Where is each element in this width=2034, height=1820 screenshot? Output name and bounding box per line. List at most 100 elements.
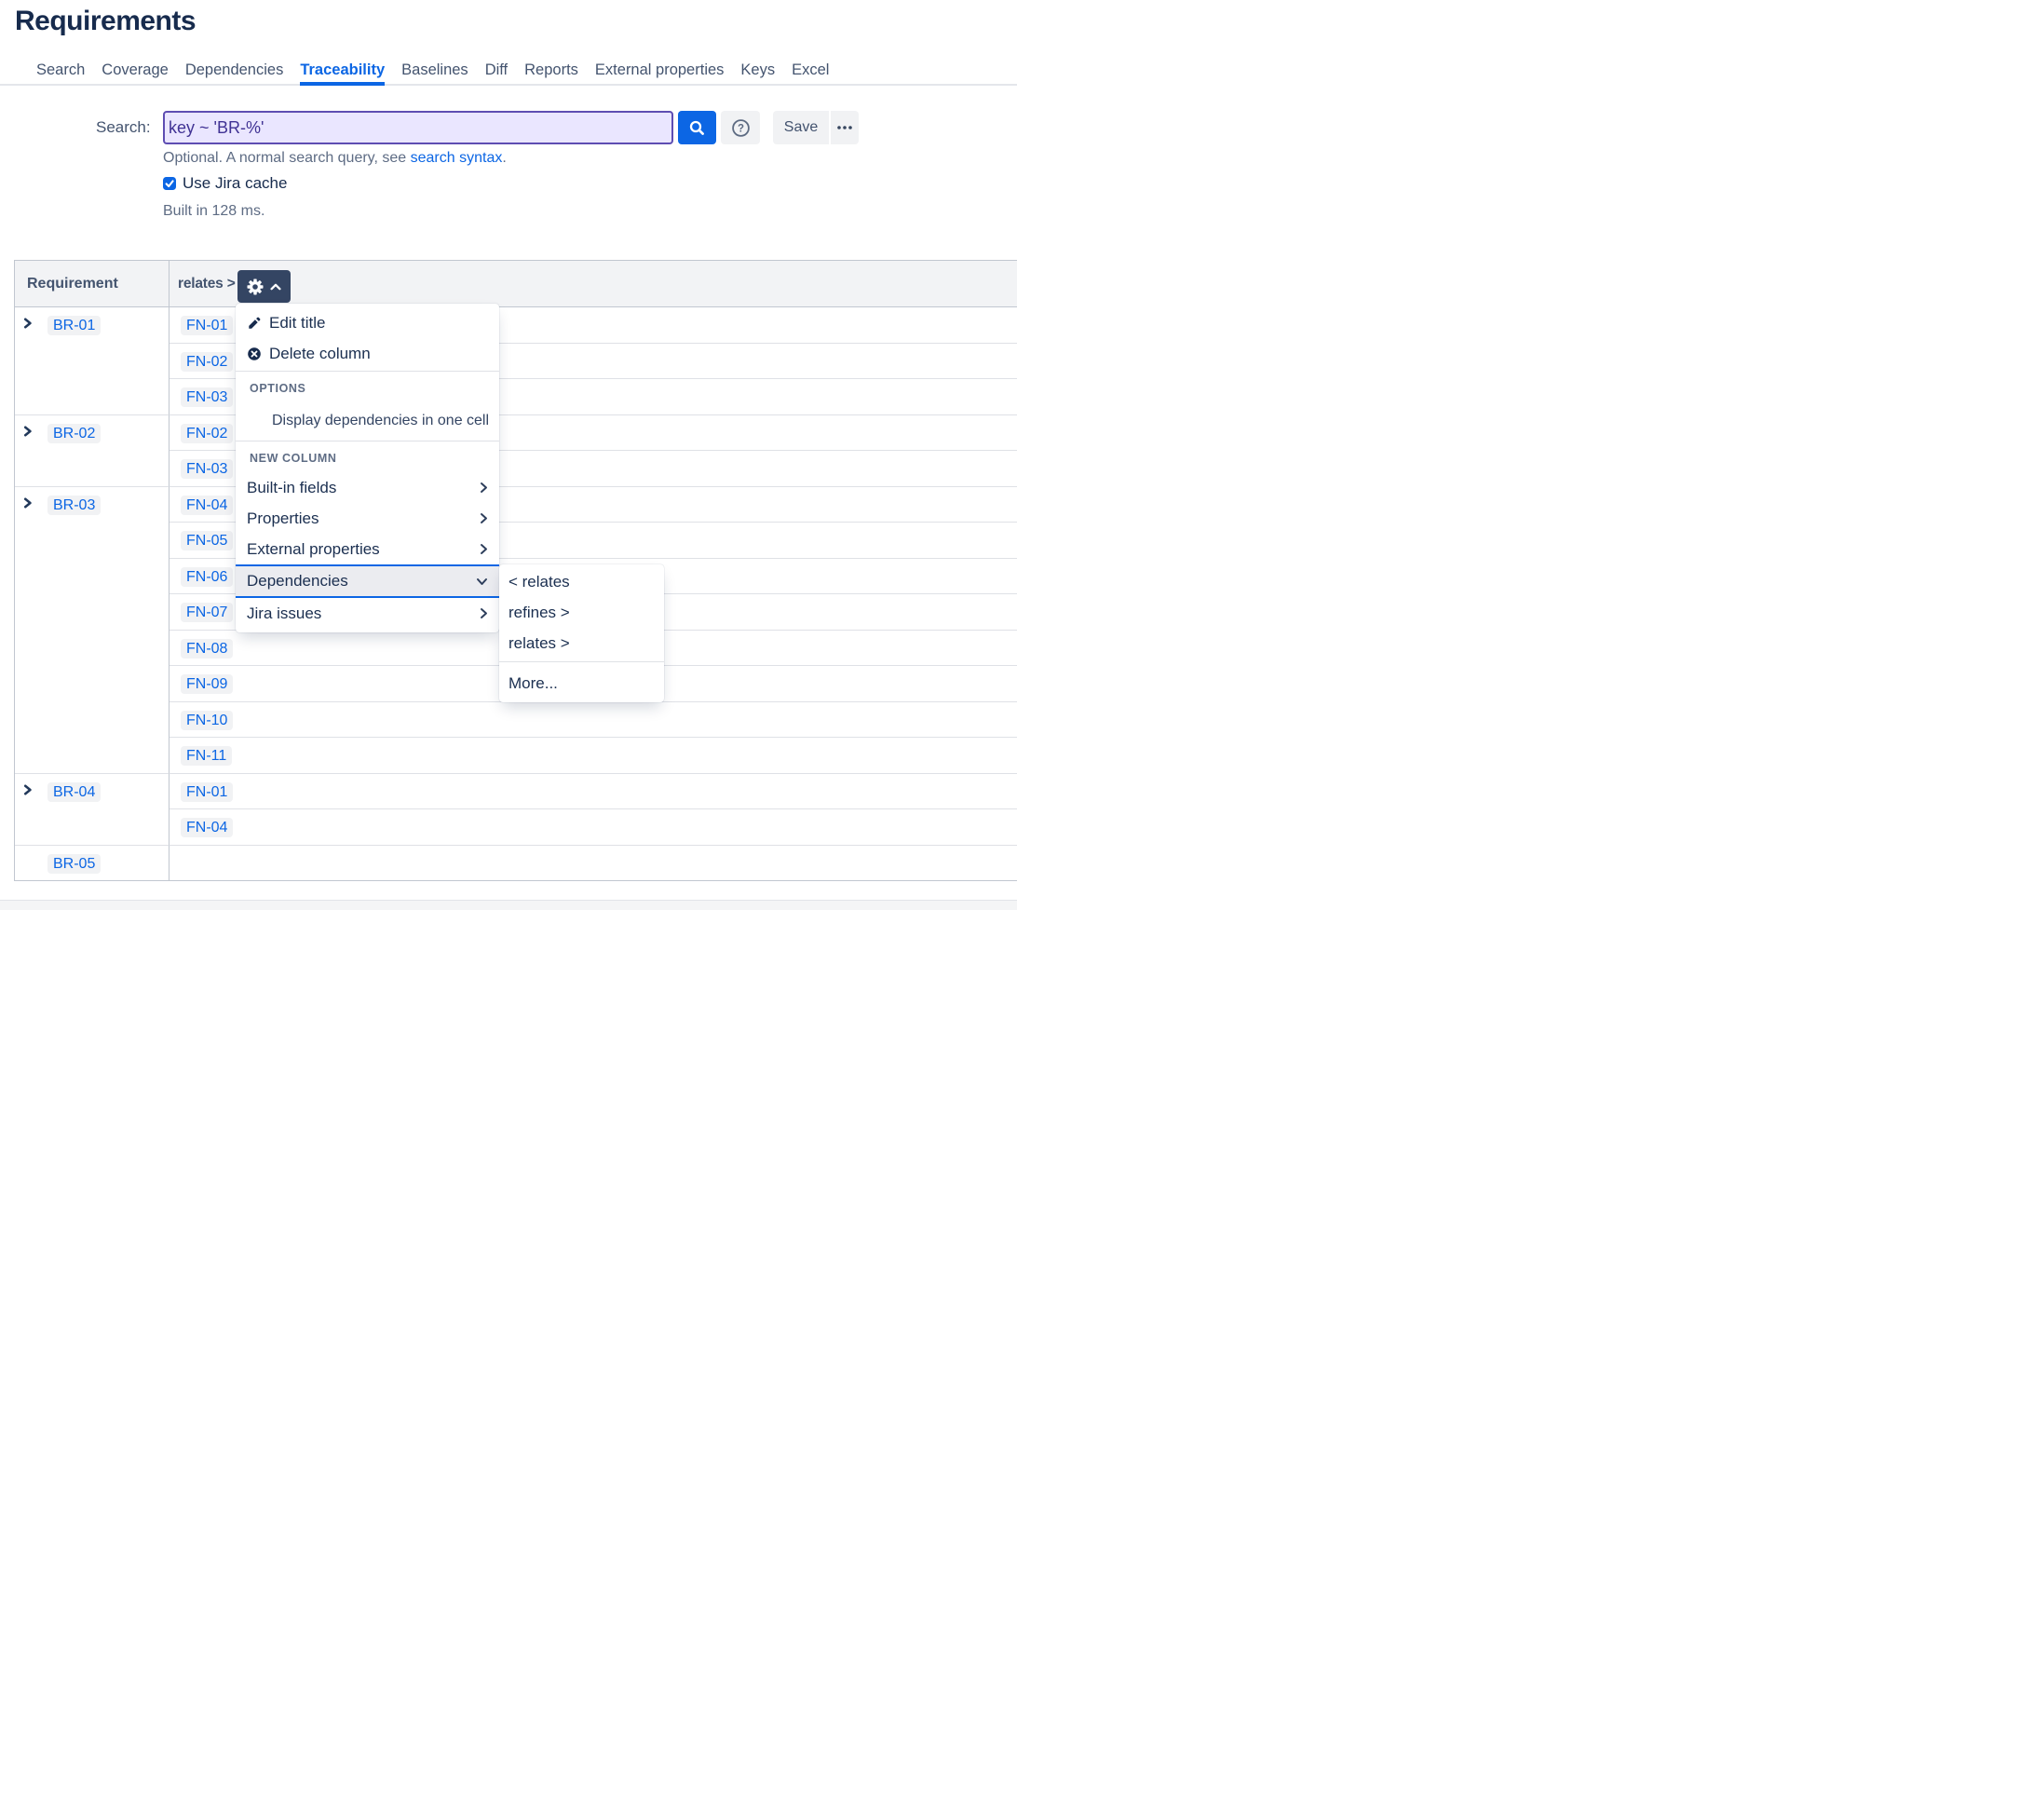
footer-strip xyxy=(0,900,1017,910)
tab-coverage[interactable]: Coverage xyxy=(102,56,169,84)
menu-option-display-dependencies-in-one-cell[interactable]: Display dependencies in one cell xyxy=(236,403,499,439)
related-issue-row: FN-04 xyxy=(170,809,1017,846)
menu-item-built-in-fields[interactable]: Built-in fields xyxy=(236,472,499,503)
requirement-key-link[interactable]: BR-01 xyxy=(47,316,101,335)
requirement-cell: BR-02 xyxy=(15,415,170,487)
submenu-item-more[interactable]: More... xyxy=(499,668,664,699)
menu-section-options: OPTIONS xyxy=(236,374,499,403)
tab-bar: Search Coverage Dependencies Traceability Ba… xyxy=(0,56,1017,86)
save-button[interactable]: Save xyxy=(773,111,829,144)
menu-item-label: Properties xyxy=(247,509,480,528)
related-issue-key-link[interactable]: FN-02 xyxy=(181,352,233,372)
magnifier-icon xyxy=(688,119,706,137)
menu-item-label: Built-in fields xyxy=(247,479,480,497)
help-button[interactable]: ? xyxy=(721,111,760,144)
tab-dependencies[interactable]: Dependencies xyxy=(185,56,284,84)
chevron-right-icon xyxy=(480,543,488,555)
ellipsis-icon xyxy=(836,125,853,130)
requirement-key-link[interactable]: BR-02 xyxy=(47,424,101,443)
expand-chevron-icon xyxy=(23,784,33,795)
related-issue-key-link[interactable]: FN-02 xyxy=(181,424,233,443)
related-issue-key-link[interactable]: FN-06 xyxy=(181,567,233,587)
menu-item-label: Edit title xyxy=(269,314,490,333)
requirement-group-row: BR-01 FN-01 FN-02 FN-03 xyxy=(15,307,1017,415)
related-issue-key-link[interactable]: FN-10 xyxy=(181,711,233,730)
menu-separator xyxy=(236,371,499,372)
menu-item-jira-issues[interactable]: Jira issues xyxy=(236,598,499,629)
column-header-relates: relates > xyxy=(170,261,1017,306)
tab-reports[interactable]: Reports xyxy=(524,56,578,84)
related-issue-key-link[interactable]: FN-03 xyxy=(181,387,233,407)
related-issue-key-link[interactable]: FN-05 xyxy=(181,531,233,550)
row-expander[interactable] xyxy=(23,425,33,436)
submenu-item-refines[interactable]: refines > xyxy=(499,597,664,628)
chevron-right-icon xyxy=(480,482,488,494)
row-expander[interactable] xyxy=(23,783,33,795)
tab-external-properties[interactable]: External properties xyxy=(595,56,725,84)
chevron-down-icon xyxy=(476,577,488,586)
search-hint-prefix: Optional. A normal search query, see xyxy=(163,150,411,166)
submenu-item-relates[interactable]: relates > xyxy=(499,628,664,659)
tab-search[interactable]: Search xyxy=(36,56,85,84)
related-issue-key-link[interactable]: FN-04 xyxy=(181,496,233,515)
requirement-cell: BR-05 xyxy=(15,846,170,880)
column-header-requirement-label: Requirement xyxy=(27,276,118,292)
menu-item-label: Delete column xyxy=(269,345,490,363)
requirement-key-link[interactable]: BR-05 xyxy=(47,854,101,874)
related-issue-key-link[interactable]: FN-03 xyxy=(181,459,233,479)
requirement-group-row: BR-04 FN-01 FN-04 xyxy=(15,774,1017,846)
requirement-group-row: BR-05 xyxy=(15,846,1017,880)
menu-item-dependencies[interactable]: Dependencies xyxy=(236,564,499,598)
menu-item-edit-title[interactable]: Edit title xyxy=(236,307,499,338)
more-options-button[interactable] xyxy=(831,111,859,144)
question-circle-icon: ? xyxy=(731,118,751,138)
menu-item-label: Dependencies xyxy=(247,572,476,591)
row-expander[interactable] xyxy=(23,317,33,328)
build-time-text: Built in 128 ms. xyxy=(163,203,264,220)
use-jira-cache-label: Use Jira cache xyxy=(183,176,287,191)
related-issue-row: FN-11 xyxy=(170,738,1017,774)
requirement-key-link[interactable]: BR-04 xyxy=(47,782,101,802)
row-expander[interactable] xyxy=(23,496,33,508)
chevron-right-icon xyxy=(480,607,488,619)
menu-item-label: Jira issues xyxy=(247,604,480,623)
requirement-group-row: BR-02 FN-02 FN-03 xyxy=(15,415,1017,487)
chevron-right-icon xyxy=(480,512,488,524)
tab-traceability[interactable]: Traceability xyxy=(300,56,385,84)
related-issue-key-link[interactable]: FN-08 xyxy=(181,639,233,659)
menu-item-delete-column[interactable]: Delete column xyxy=(236,338,499,369)
tab-excel[interactable]: Excel xyxy=(792,56,829,84)
search-hint: Optional. A normal search query, see sea… xyxy=(163,150,507,167)
related-issue-key-link[interactable]: FN-01 xyxy=(181,782,233,802)
requirement-cell: BR-01 xyxy=(15,307,170,415)
use-jira-cache-row: Use Jira cache xyxy=(163,176,287,191)
related-issue-key-link[interactable]: FN-11 xyxy=(181,746,232,766)
checkmark-icon xyxy=(164,178,175,189)
cross-circle-icon xyxy=(247,346,262,361)
tab-baselines[interactable]: Baselines xyxy=(401,56,468,84)
related-issue-key-link[interactable]: FN-07 xyxy=(181,603,233,622)
svg-text:?: ? xyxy=(737,123,743,134)
related-issue-row: FN-01 xyxy=(170,774,1017,810)
related-issue-key-link[interactable]: FN-09 xyxy=(181,674,233,694)
use-jira-cache-checkbox[interactable] xyxy=(163,177,176,190)
relates-cell xyxy=(170,846,1017,880)
tab-keys[interactable]: Keys xyxy=(740,56,775,84)
search-hint-suffix: . xyxy=(502,150,506,166)
column-header-requirement: Requirement xyxy=(15,261,170,306)
requirement-key-link[interactable]: BR-03 xyxy=(47,496,101,515)
menu-item-properties[interactable]: Properties xyxy=(236,503,499,534)
related-issue-key-link[interactable]: FN-01 xyxy=(181,316,233,335)
search-syntax-link[interactable]: search syntax xyxy=(411,150,503,166)
column-header-relates-label: relates > xyxy=(178,276,236,292)
related-issue-key-link[interactable]: FN-04 xyxy=(181,818,233,837)
menu-item-external-properties[interactable]: External properties xyxy=(236,534,499,564)
relates-cell: FN-01 FN-04 xyxy=(170,774,1017,846)
submenu-separator xyxy=(499,661,664,662)
search-query-input[interactable] xyxy=(163,111,673,144)
search-submit-button[interactable] xyxy=(678,111,716,144)
requirement-cell: BR-03 xyxy=(15,487,170,774)
tab-diff[interactable]: Diff xyxy=(485,56,508,84)
submenu-item-relates[interactable]: < relates xyxy=(499,566,664,597)
column-settings-button[interactable] xyxy=(237,270,291,303)
